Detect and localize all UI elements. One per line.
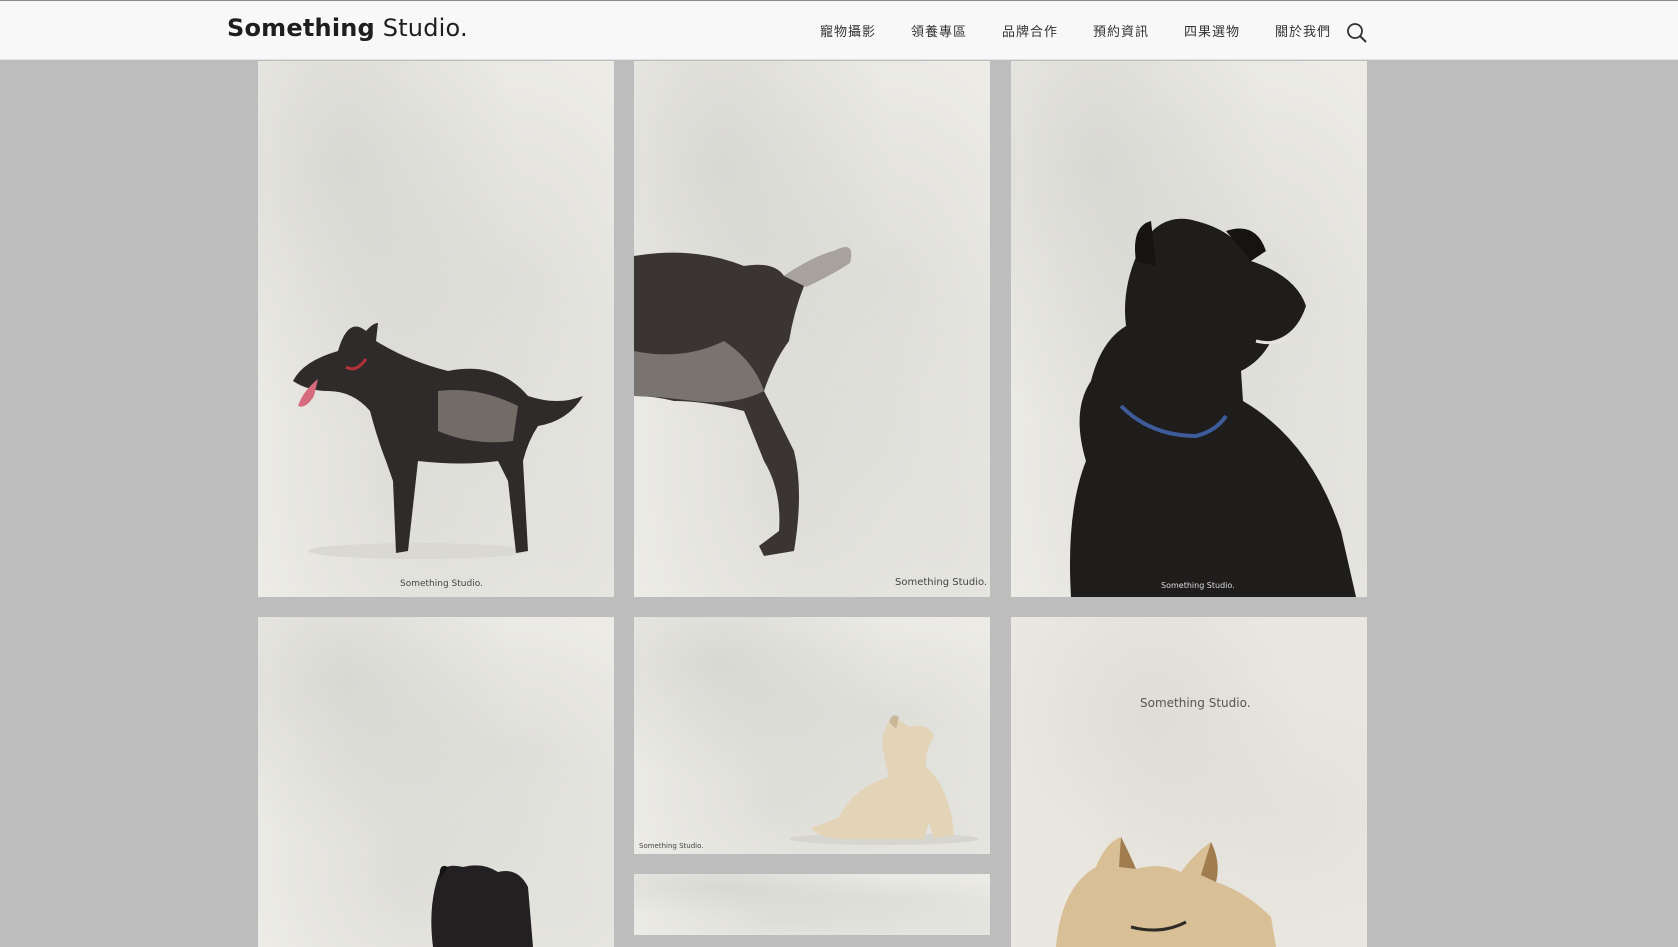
nav-item-pet-photography[interactable]: 寵物攝影	[820, 21, 911, 40]
tan-dog-face-illustration	[1056, 837, 1276, 947]
nav-item-shop[interactable]: 四果選物	[1184, 21, 1275, 40]
site-header: Something Studio. 寵物攝影 領養專區 品牌合作 預約資訊 四果…	[0, 0, 1678, 60]
gallery-photo-5[interactable]: Something Studio.	[634, 617, 990, 854]
gallery-photo-4[interactable]	[258, 617, 614, 947]
gallery-photo-2[interactable]: Something Studio.	[634, 61, 990, 597]
photo-watermark: Something Studio.	[639, 842, 704, 850]
logo-bold: Something	[227, 14, 375, 42]
black-dog-portrait-illustration	[1070, 218, 1356, 597]
dog-rear-illustration	[634, 247, 852, 556]
logo-light: Studio.	[382, 14, 468, 42]
gallery-photo-3[interactable]: Something Studio.	[1011, 61, 1367, 597]
gallery-photo-6[interactable]	[634, 874, 990, 935]
nav-item-brand-collab[interactable]: 品牌合作	[1002, 21, 1093, 40]
nav-item-booking[interactable]: 預約資訊	[1093, 21, 1184, 40]
black-dog-partial-illustration	[431, 865, 533, 947]
gallery-photo-1[interactable]: Something Studio.	[258, 61, 614, 597]
gallery-photo-7[interactable]: Something Studio.	[1011, 617, 1367, 947]
photo-watermark: Something Studio.	[400, 579, 483, 589]
photo-watermark: Something Studio.	[1140, 696, 1251, 710]
dog-standing-illustration	[293, 323, 583, 559]
main-nav: 寵物攝影 領養專區 品牌合作 預約資訊 四果選物 關於我們	[820, 21, 1366, 40]
search-icon[interactable]	[1346, 22, 1368, 44]
photo-watermark: Something Studio.	[1161, 581, 1235, 590]
site-logo[interactable]: Something Studio.	[227, 14, 468, 42]
cream-dog-sitting-illustration	[789, 715, 979, 845]
nav-item-adoption[interactable]: 領養專區	[911, 21, 1002, 40]
photo-watermark: Something Studio.	[895, 577, 988, 588]
